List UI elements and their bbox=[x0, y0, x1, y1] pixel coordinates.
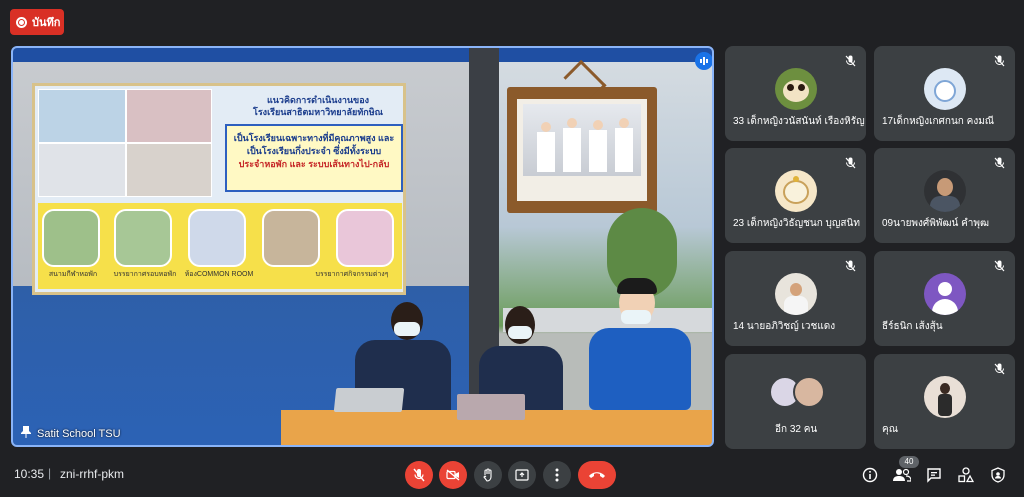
mic-off-icon bbox=[994, 156, 1005, 174]
record-icon bbox=[16, 16, 27, 28]
mic-off-icon bbox=[413, 468, 425, 482]
participant-tile[interactable]: 17เด็กหญิงเกศกนก คงมณี bbox=[874, 46, 1015, 141]
participant-tile[interactable]: 33 เด็กหญิงวนัสนันท์ เรืองหิรัญ bbox=[725, 46, 866, 141]
camera-toggle-button[interactable] bbox=[439, 461, 467, 489]
laptop bbox=[333, 388, 405, 412]
more-options-button[interactable] bbox=[543, 461, 571, 489]
slide-heading: แนวคิดการดำเนินงานของ โรงเรียนสาธิตมหาวิ… bbox=[253, 95, 383, 117]
mic-off-icon bbox=[845, 156, 856, 174]
raise-hand-button[interactable] bbox=[474, 461, 502, 489]
more-participants-label: อีก 32 คน bbox=[775, 424, 818, 435]
man-avatar bbox=[923, 170, 966, 212]
frame-photo bbox=[523, 104, 641, 176]
main-video-stage[interactable]: แนวคิดการดำเนินงานของ โรงเรียนสาธิตมหาวิ… bbox=[11, 46, 714, 447]
chat-button[interactable] bbox=[924, 465, 944, 485]
anime-avatar bbox=[923, 68, 966, 110]
people-icon bbox=[893, 468, 911, 482]
shield-icon bbox=[991, 467, 1005, 483]
photo-avatar bbox=[774, 273, 817, 315]
self-avatar bbox=[923, 376, 966, 418]
slide-photo bbox=[126, 143, 212, 197]
cat-avatar bbox=[774, 170, 817, 212]
self-tile[interactable]: คุณ bbox=[874, 354, 1015, 449]
pin-icon[interactable] bbox=[21, 426, 31, 441]
camera-off-icon bbox=[446, 469, 460, 481]
recording-badge[interactable]: บันทึก bbox=[10, 9, 64, 35]
participant-tile[interactable]: 23 เด็กหญิงวิธัญชนก บุญสนิท bbox=[725, 148, 866, 243]
presentation-slide: แนวคิดการดำเนินงานของ โรงเรียนสาธิตมหาวิ… bbox=[32, 83, 406, 295]
mic-off-icon bbox=[845, 259, 856, 277]
hang-up-icon bbox=[589, 472, 605, 478]
participant-name: 33 เด็กหญิงวนัสนันท์ เรืองหิรัญ bbox=[733, 116, 865, 127]
meeting-details-button[interactable] bbox=[860, 465, 880, 485]
info-icon bbox=[862, 467, 878, 483]
participant-name: คุณ bbox=[882, 424, 898, 435]
participant-tile[interactable]: 14 นายอภิวิชญ์ เวชแดง bbox=[725, 251, 866, 346]
default-avatar bbox=[923, 273, 966, 315]
mic-off-icon bbox=[994, 362, 1005, 380]
mic-off-icon bbox=[845, 54, 856, 72]
recording-label: บันทึก bbox=[32, 17, 61, 29]
clock: 10:35 bbox=[14, 467, 45, 481]
participant-name: ธีร์ธนิก เส้งสุ้น bbox=[882, 321, 943, 332]
participant-name: 17เด็กหญิงเกศกนก คงมณี bbox=[882, 116, 995, 127]
presenter-label: Satit School TSU bbox=[21, 426, 121, 441]
people-button[interactable] bbox=[892, 465, 912, 485]
host-controls-button[interactable] bbox=[988, 465, 1008, 485]
hand-icon bbox=[483, 468, 492, 482]
participant-count-badge: 40 bbox=[899, 456, 919, 468]
tablet bbox=[457, 394, 525, 420]
mic-off-icon bbox=[994, 54, 1005, 72]
participant-name: 14 นายอภิวิชญ์ เวชแดง bbox=[733, 321, 836, 332]
participant-tile[interactable]: 09นายพงศ์พิพัฒน์ คำพุฒ bbox=[874, 148, 1015, 243]
shapes-icon bbox=[958, 467, 974, 483]
mic-off-icon bbox=[994, 259, 1005, 277]
slide-photo-strip: สนามกีฬาหอพัก บรรยากาศรอบหอพัก ห้องCOMMO… bbox=[38, 203, 402, 289]
present-icon bbox=[515, 469, 529, 481]
picture-frame bbox=[507, 59, 657, 213]
microphone-toggle-button[interactable] bbox=[405, 461, 433, 489]
owl-avatar bbox=[774, 68, 817, 110]
participant-tile[interactable]: ธีร์ธนิก เส้งสุ้น bbox=[874, 251, 1015, 346]
participant-name: 09นายพงศ์พิพัฒน์ คำพุฒ bbox=[882, 218, 990, 229]
slide-photo bbox=[38, 143, 126, 197]
activities-button[interactable] bbox=[956, 465, 976, 485]
participant-name: 23 เด็กหญิงวิธัญชนก บุญสนิท bbox=[733, 218, 860, 229]
chat-icon bbox=[927, 468, 941, 483]
speaking-indicator-icon bbox=[695, 52, 712, 70]
presenter bbox=[589, 328, 691, 410]
slide-photo bbox=[126, 89, 212, 143]
more-vertical-icon bbox=[555, 468, 559, 482]
more-participants-tile[interactable]: อีก 32 คน bbox=[725, 354, 866, 449]
leave-call-button[interactable] bbox=[578, 461, 616, 489]
meeting-code[interactable]: zni-rrhf-pkm bbox=[60, 467, 124, 481]
slide-photo bbox=[38, 89, 126, 143]
slide-highlight-box: เป็นโรงเรียนเฉพาะทางที่มีคุณภาพสูง และ เ… bbox=[225, 124, 403, 192]
present-screen-button[interactable] bbox=[508, 461, 536, 489]
